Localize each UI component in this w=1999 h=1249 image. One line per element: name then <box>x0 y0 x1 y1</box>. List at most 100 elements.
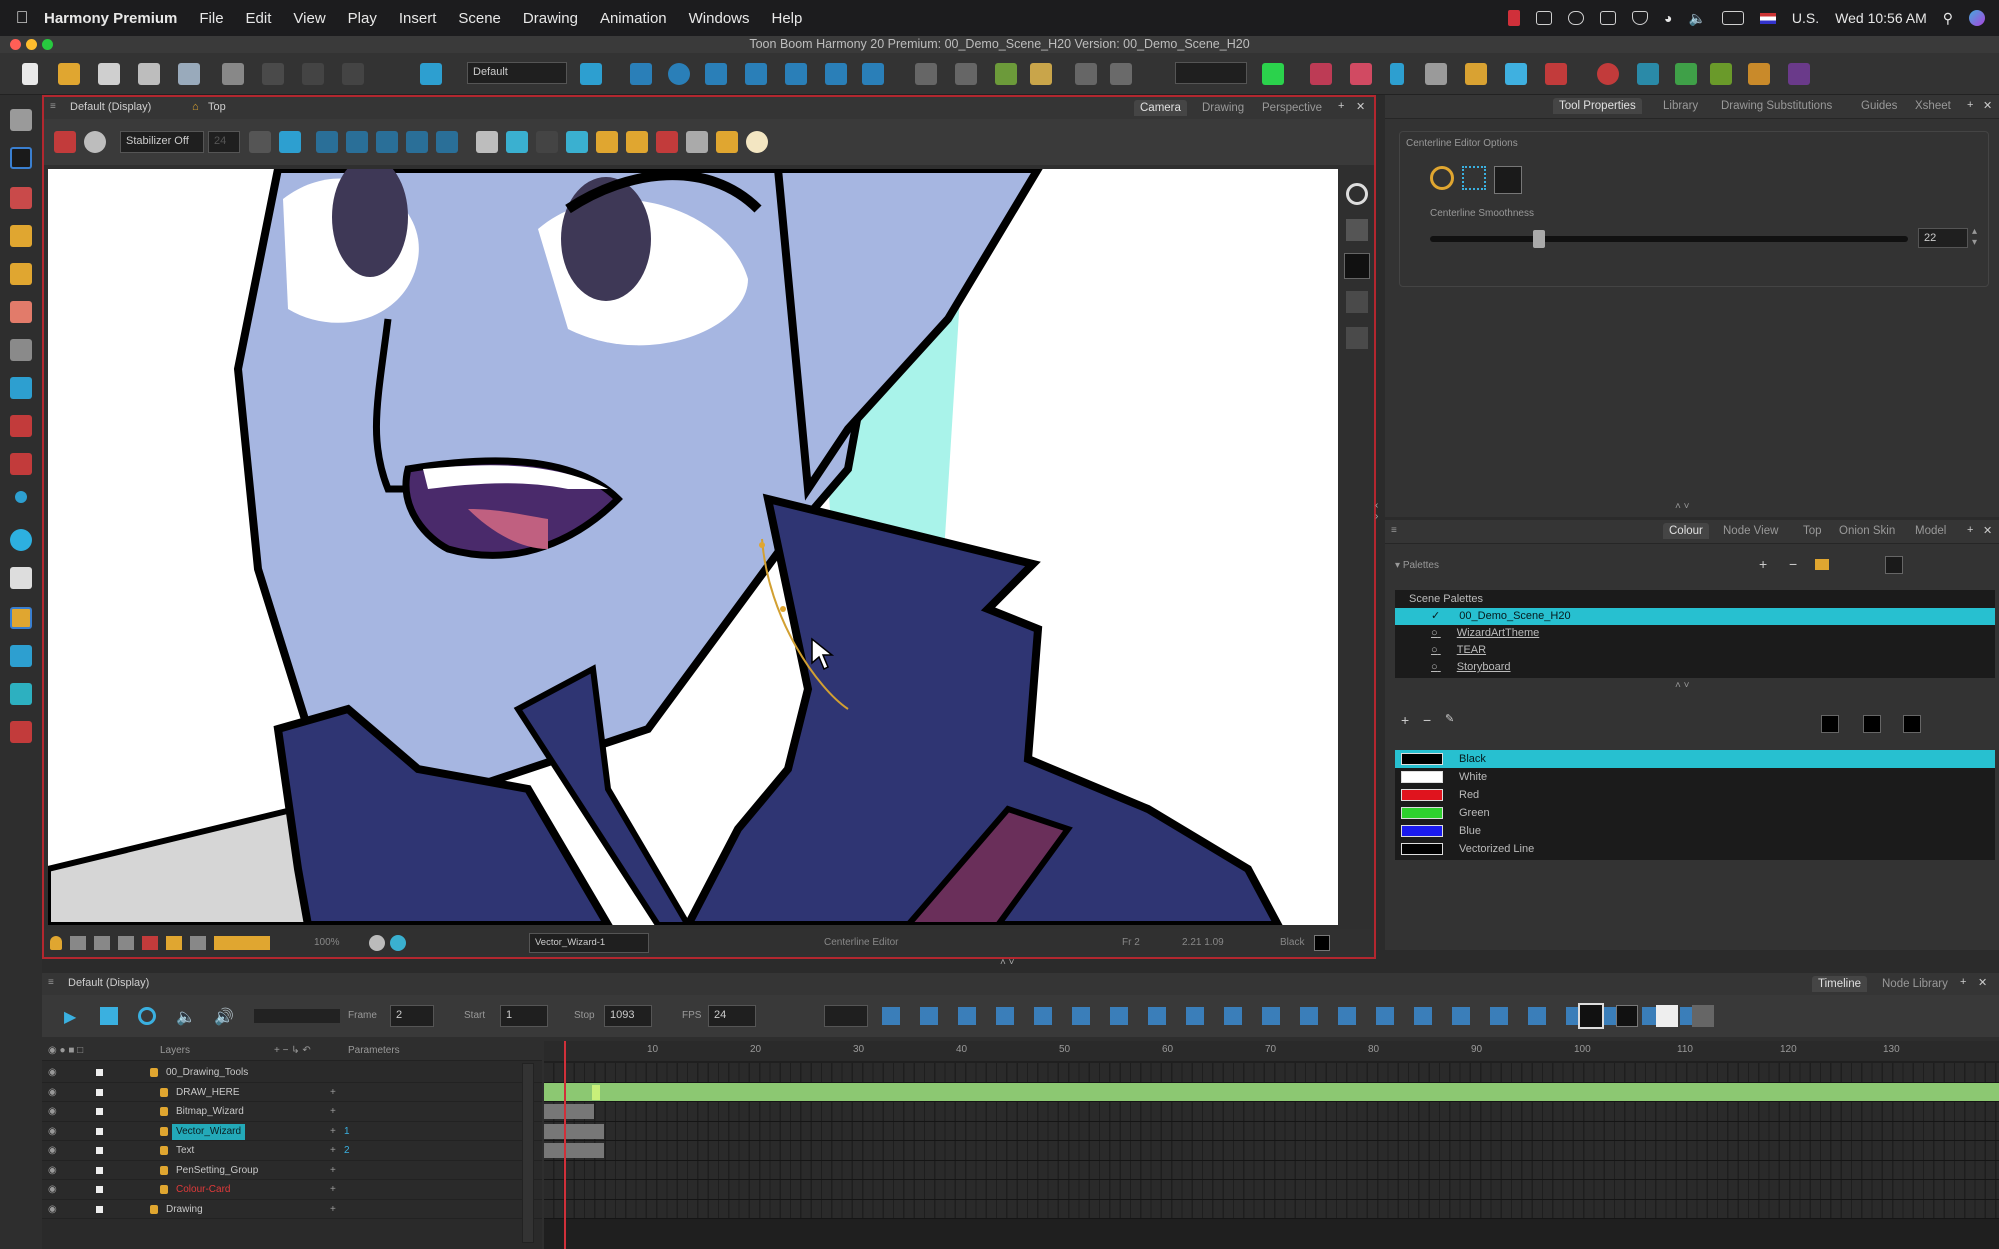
shield-icon[interactable] <box>1632 11 1649 25</box>
app-name-menu[interactable]: Harmony Premium <box>44 10 177 27</box>
tab-camera[interactable]: Camera <box>1134 100 1187 116</box>
grid-dots-icon[interactable] <box>1350 63 1372 85</box>
smoothness-value[interactable]: 22 <box>1918 228 1968 248</box>
layer-row[interactable]: ◉ Bitmap_Wizard + <box>42 1102 542 1122</box>
screen-icon[interactable] <box>1536 11 1553 25</box>
target-icon[interactable] <box>1597 63 1619 85</box>
panel-menu-icon[interactable]: ≡ <box>50 101 56 112</box>
message-icon[interactable] <box>1600 11 1617 25</box>
palette-row[interactable]: ○ WizardArtTheme <box>1395 625 1995 642</box>
open-scene-icon[interactable] <box>58 63 80 85</box>
play-icon[interactable]: ▶ <box>64 1007 76 1027</box>
h-splitter-handle[interactable]: ˄ ˅ <box>1000 957 1014 968</box>
cutter-tool-icon[interactable] <box>10 721 32 743</box>
remove-palette-icon[interactable]: − <box>1789 556 1797 572</box>
feather-tool-icon[interactable] <box>10 683 32 705</box>
layer-visibility-icon[interactable]: ◉ <box>48 1083 57 1103</box>
palette-splitter[interactable]: ˄ ˅ <box>1675 680 1689 691</box>
playback-range-slider[interactable] <box>254 1009 340 1023</box>
tab-timeline[interactable]: Timeline <box>1812 976 1868 992</box>
menu-drawing[interactable]: Drawing <box>523 10 578 27</box>
align-icon[interactable] <box>406 131 428 153</box>
layer-expand-icon[interactable]: + <box>330 1122 336 1142</box>
smoothness-slider[interactable] <box>1430 230 1908 248</box>
palette-check-icon[interactable]: ✓ <box>1431 610 1440 622</box>
undo-icon[interactable] <box>222 63 244 85</box>
layers-column-icons[interactable]: ◉ ● ■ □ <box>48 1041 83 1061</box>
ease-icon[interactable] <box>1110 63 1132 85</box>
stabilizer-select[interactable]: Stabilizer Off <box>120 131 204 153</box>
layer-row[interactable]: ◉ Colour-Card + <box>42 1180 542 1200</box>
smoothness-slider-thumb[interactable] <box>1533 230 1545 248</box>
swatch-row[interactable]: Vectorized Line <box>1395 840 1995 858</box>
stamp-tool-icon[interactable] <box>10 263 32 285</box>
rotate-icon[interactable] <box>668 63 690 85</box>
brush-icon[interactable] <box>1465 63 1487 85</box>
frame-row[interactable] <box>544 1180 1999 1200</box>
layer-row[interactable]: ◉ Vector_Wizard +1 <box>42 1122 542 1142</box>
copy-icon[interactable] <box>342 63 364 85</box>
add-colour-panel-icon[interactable]: + <box>1967 524 1973 536</box>
layer-name[interactable]: Text <box>172 1143 198 1159</box>
exposure-block[interactable] <box>544 1143 604 1158</box>
line-grey-icon[interactable] <box>686 131 708 153</box>
brush-delete-icon[interactable] <box>1545 63 1567 85</box>
sound-scrub-icon[interactable]: 🔊 <box>214 1007 234 1027</box>
ra-icon[interactable] <box>1748 63 1770 85</box>
grid-icon[interactable] <box>476 131 498 153</box>
clock[interactable]: Wed 10:56 AM <box>1835 10 1927 26</box>
menu-play[interactable]: Play <box>348 10 377 27</box>
drawing-canvas[interactable] <box>48 169 1338 925</box>
tab-tool-properties[interactable]: Tool Properties <box>1553 98 1642 114</box>
eraser-tool-icon[interactable] <box>10 301 32 323</box>
drawing-name-field[interactable]: Vector_Wizard-1 <box>529 933 649 953</box>
apple-icon[interactable]:  <box>0 8 44 28</box>
tab-top[interactable]: Top <box>1797 523 1828 539</box>
frame-ruler[interactable]: 10 20 30 40 50 60 70 80 90 100 110 120 130 <box>544 1041 1999 1061</box>
tab-drawing[interactable]: Drawing <box>1196 100 1250 116</box>
bucket-icon[interactable] <box>716 131 738 153</box>
perspective-tool-icon[interactable] <box>10 645 32 667</box>
layer-row[interactable]: ◉ DRAW_HERE + <box>42 1083 542 1103</box>
swatch-row[interactable]: Blue <box>1395 822 1995 840</box>
keyframe-mode-icon[interactable] <box>1578 1003 1604 1029</box>
layer-visibility-icon[interactable]: ◉ <box>48 1122 57 1142</box>
frame-row[interactable] <box>544 1199 1999 1219</box>
frame-row[interactable] <box>544 1141 1999 1161</box>
layer-colour-swatch[interactable] <box>96 1108 103 1115</box>
layer-colour-swatch[interactable] <box>96 1147 103 1154</box>
layer-expand-icon[interactable]: + <box>330 1180 336 1200</box>
new-scene-icon[interactable] <box>22 63 38 85</box>
fill-colour-icon[interactable] <box>1863 715 1881 733</box>
layer-colour-swatch[interactable] <box>96 1166 103 1174</box>
frame-row[interactable] <box>544 1160 1999 1180</box>
layer-add-remove[interactable]: + − ↳ ↶ <box>274 1041 311 1061</box>
rx-icon[interactable] <box>1710 63 1732 85</box>
layer-visibility-icon[interactable]: ◉ <box>48 1180 57 1200</box>
animate-mode-icon[interactable] <box>1030 63 1052 85</box>
fps-field[interactable]: 24 <box>708 1005 756 1027</box>
interpolation-select[interactable] <box>824 1005 868 1027</box>
lock-alt-icon[interactable] <box>626 131 648 153</box>
palette-row[interactable]: ○ Storyboard <box>1395 659 1995 676</box>
marquee-select-icon[interactable] <box>1462 166 1486 190</box>
remove-swatch-icon[interactable]: − <box>1423 712 1431 728</box>
tab-drawing-substitutions[interactable]: Drawing Substitutions <box>1715 98 1838 114</box>
layer-row[interactable]: ◉ 00_Drawing_Tools <box>42 1063 542 1083</box>
point-tool-icon[interactable] <box>15 491 27 503</box>
layer-stack-icon[interactable] <box>1346 219 1368 241</box>
hand-tool-icon[interactable] <box>10 567 32 589</box>
home-icon[interactable]: ⌂ <box>192 101 199 113</box>
contour-editor-icon[interactable] <box>10 147 32 169</box>
view-label[interactable]: Default (Display) <box>70 101 151 113</box>
frame-row[interactable] <box>544 1063 1999 1083</box>
extra-icon[interactable] <box>1788 63 1810 85</box>
layer-colour-swatch[interactable] <box>96 1069 103 1076</box>
lightbulb-icon[interactable] <box>50 936 62 950</box>
tab-model[interactable]: Model <box>1909 523 1952 539</box>
close-view-icon[interactable]: ✕ <box>1356 100 1365 113</box>
swatch-row[interactable]: White <box>1395 768 1995 786</box>
status-target-icon[interactable] <box>390 935 406 951</box>
tab-colour[interactable]: Colour <box>1663 523 1709 539</box>
layer-name[interactable]: Colour-Card <box>172 1182 234 1198</box>
